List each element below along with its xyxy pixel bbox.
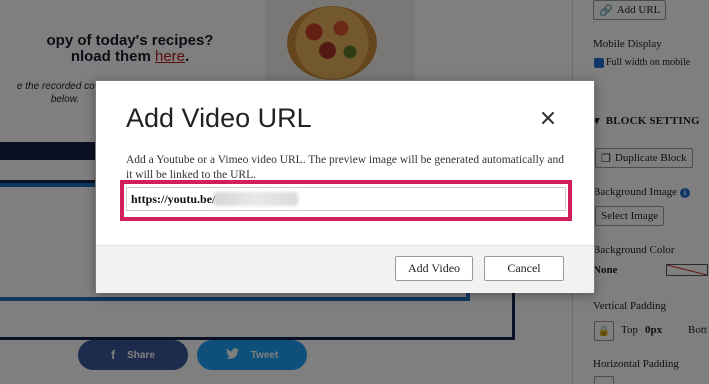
dialog-description: Add a Youtube or a Vimeo video URL. The … [126,154,565,181]
video-url-input[interactable] [126,187,566,211]
cancel-button[interactable]: Cancel [484,256,564,281]
redacted-url-segment [214,192,298,206]
add-video-url-dialog: Add Video URL Add a Youtube or a Vimeo v… [95,80,595,293]
add-video-button[interactable]: Add Video [395,256,473,281]
close-icon[interactable] [541,111,555,125]
dialog-title: Add Video URL [126,103,312,133]
